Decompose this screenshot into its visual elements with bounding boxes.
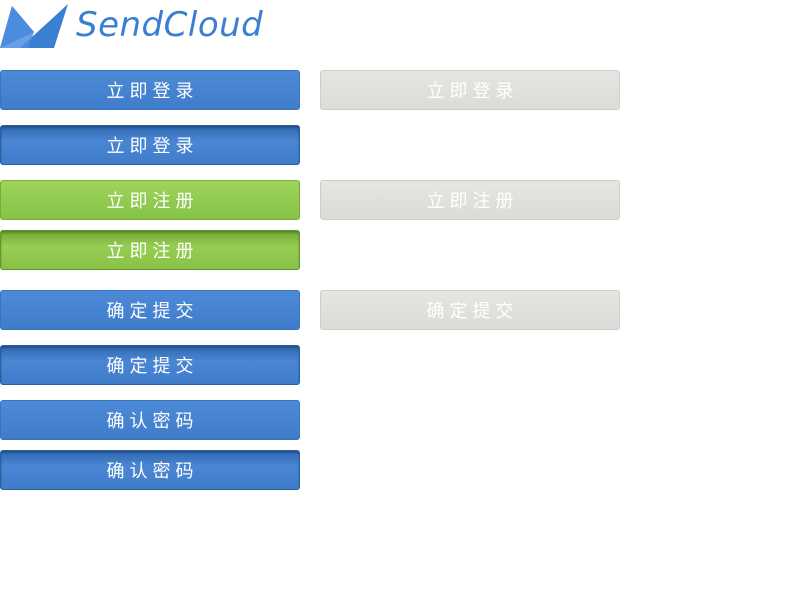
button-label: 立即登录 <box>426 81 519 102</box>
button-label: 确认密码 <box>106 411 199 432</box>
button-label: 立即登录 <box>106 136 199 157</box>
button-label: 确定提交 <box>106 301 199 322</box>
login-button-pressed[interactable]: 立即登录 <box>0 125 300 165</box>
submit-button-disabled: 确定提交 <box>320 290 620 330</box>
login-button[interactable]: 立即登录 <box>0 70 300 110</box>
login-button-disabled: 立即登录 <box>320 70 620 110</box>
register-button-pressed[interactable]: 立即注册 <box>0 230 300 270</box>
register-button[interactable]: 立即注册 <box>0 180 300 220</box>
button-label: 确定提交 <box>426 301 519 322</box>
button-label: 立即登录 <box>106 81 199 102</box>
button-label: 立即注册 <box>426 191 519 212</box>
confirm-password-button-pressed[interactable]: 确认密码 <box>0 450 300 490</box>
submit-button-pressed[interactable]: 确定提交 <box>0 345 300 385</box>
button-label: 立即注册 <box>106 241 199 262</box>
button-label: 立即注册 <box>106 191 199 212</box>
button-style-sheet: SendCloud 立即登录 立即登录 立即登录 立即注册 立即注册 立即注册 … <box>0 0 800 600</box>
submit-button[interactable]: 确定提交 <box>0 290 300 330</box>
button-label: 确定提交 <box>106 356 199 377</box>
register-button-disabled: 立即注册 <box>320 180 620 220</box>
confirm-password-button[interactable]: 确认密码 <box>0 400 300 440</box>
sendcloud-logo: SendCloud <box>0 0 264 50</box>
logo-wordmark: SendCloud <box>76 5 264 45</box>
sendcloud-logo-icon <box>0 4 68 48</box>
button-label: 确认密码 <box>106 461 199 482</box>
